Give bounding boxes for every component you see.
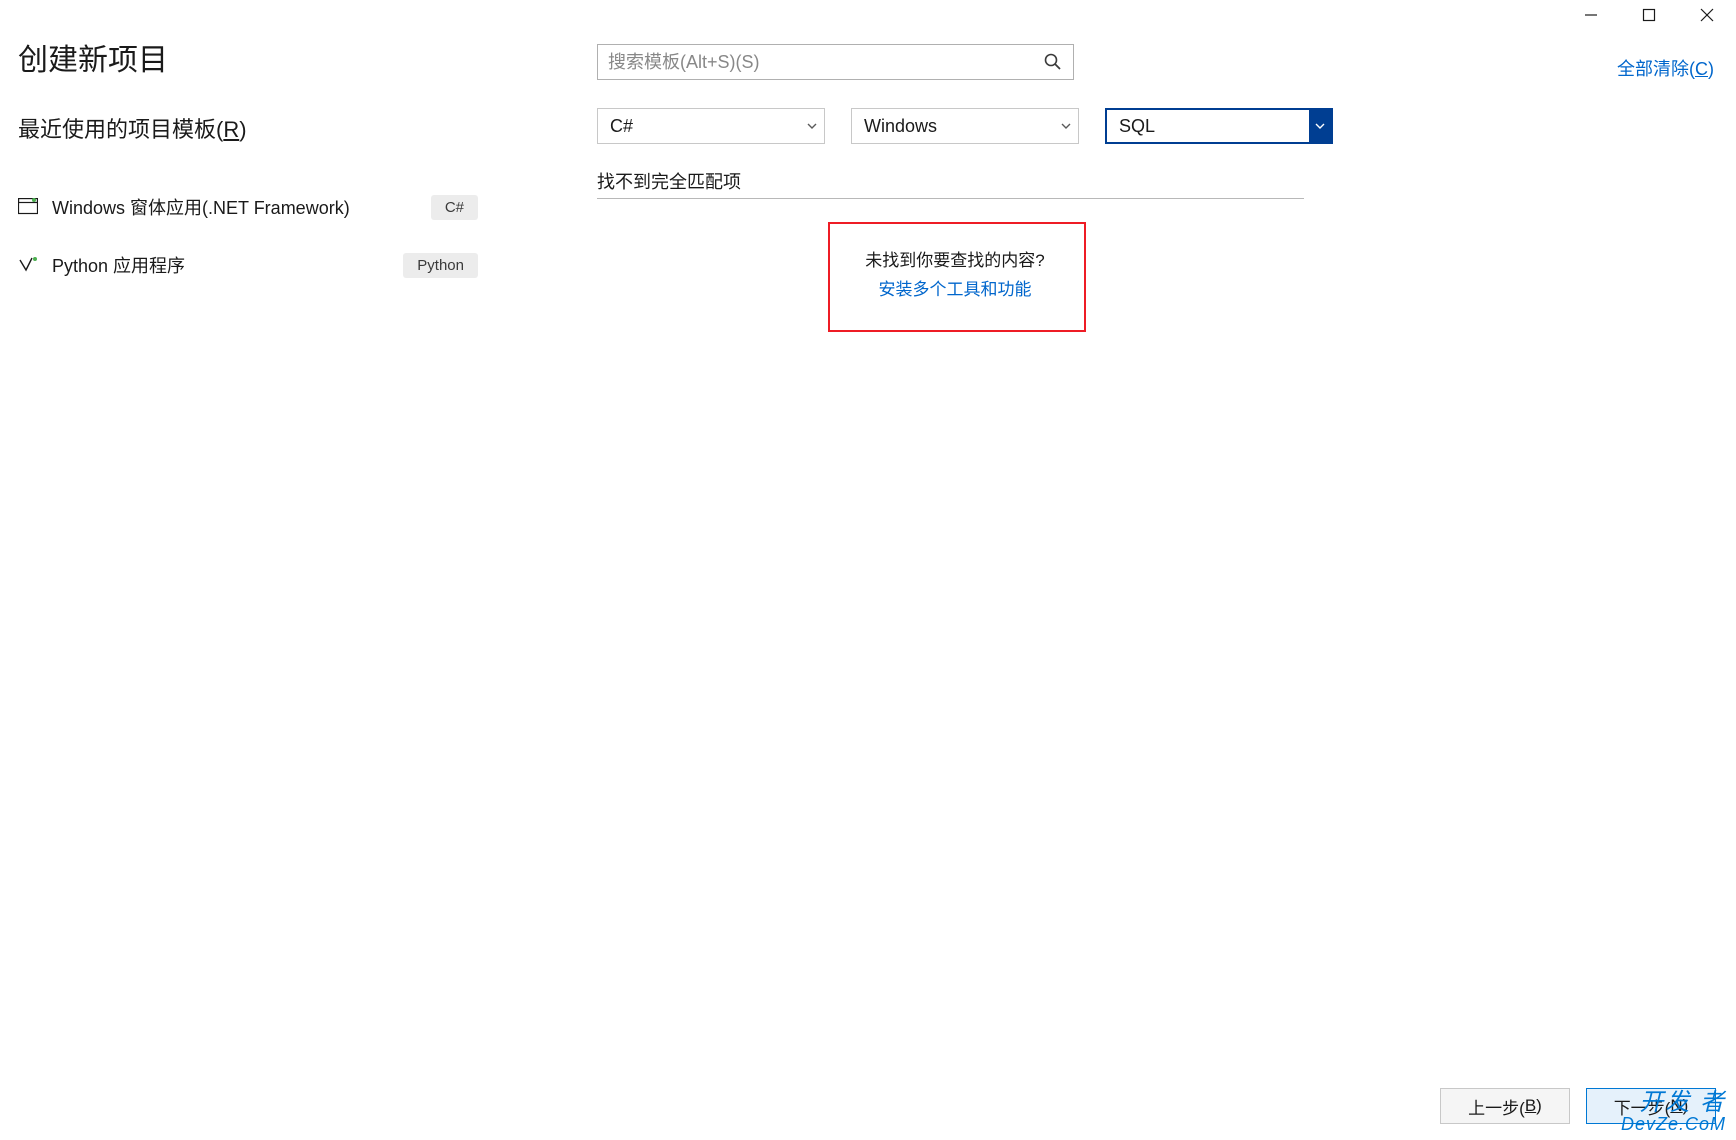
recent-template-label: Python 应用程序 <box>52 252 403 278</box>
dropdown-value: Windows <box>852 116 1054 137</box>
close-icon <box>1700 8 1714 22</box>
maximize-button[interactable] <box>1620 0 1678 30</box>
page-title: 创建新项目 <box>18 35 168 79</box>
minimize-button[interactable] <box>1562 0 1620 30</box>
search-icon <box>1044 53 1062 71</box>
platform-filter-dropdown[interactable]: Windows <box>851 108 1079 144</box>
filter-row: C# Windows SQL <box>597 108 1333 144</box>
window-titlebar <box>1562 0 1736 30</box>
chevron-down-icon <box>1309 110 1331 142</box>
chevron-down-icon <box>1054 109 1078 143</box>
project-type-filter-dropdown[interactable]: SQL <box>1105 108 1333 144</box>
divider <box>597 198 1304 199</box>
recent-templates-heading: 最近使用的项目模板(R) <box>18 112 247 144</box>
chevron-down-icon <box>800 109 824 143</box>
search-box[interactable] <box>597 44 1074 80</box>
winforms-icon <box>18 197 38 217</box>
back-button[interactable]: 上一步(B) <box>1440 1088 1570 1124</box>
search-input[interactable] <box>598 52 1033 73</box>
recent-templates-list: Windows 窗体应用(.NET Framework) C# Python 应… <box>18 178 538 294</box>
minimize-icon <box>1584 8 1598 22</box>
language-tag: Python <box>403 253 478 278</box>
dropdown-value: SQL <box>1107 116 1309 137</box>
recent-template-item[interactable]: Python 应用程序 Python <box>18 236 538 294</box>
install-tools-link[interactable]: 安装多个工具和功能 <box>850 275 1060 300</box>
not-found-panel: 未找到你要查找的内容? 安装多个工具和功能 <box>850 246 1060 300</box>
not-found-text: 未找到你要查找的内容? <box>850 246 1060 271</box>
language-tag: C# <box>431 195 478 220</box>
recent-template-label: Windows 窗体应用(.NET Framework) <box>52 194 431 220</box>
language-filter-dropdown[interactable]: C# <box>597 108 825 144</box>
close-button[interactable] <box>1678 0 1736 30</box>
no-match-text: 找不到完全匹配项 <box>597 168 741 194</box>
dropdown-value: C# <box>598 116 800 137</box>
recent-template-item[interactable]: Windows 窗体应用(.NET Framework) C# <box>18 178 538 236</box>
search-button[interactable] <box>1033 45 1073 79</box>
footer-buttons: 上一步(B) 下一步(N) <box>1440 1088 1716 1124</box>
clear-all-link[interactable]: 全部清除(C) <box>1617 55 1714 81</box>
python-icon <box>18 255 38 275</box>
next-button[interactable]: 下一步(N) <box>1586 1088 1716 1124</box>
maximize-icon <box>1642 8 1656 22</box>
